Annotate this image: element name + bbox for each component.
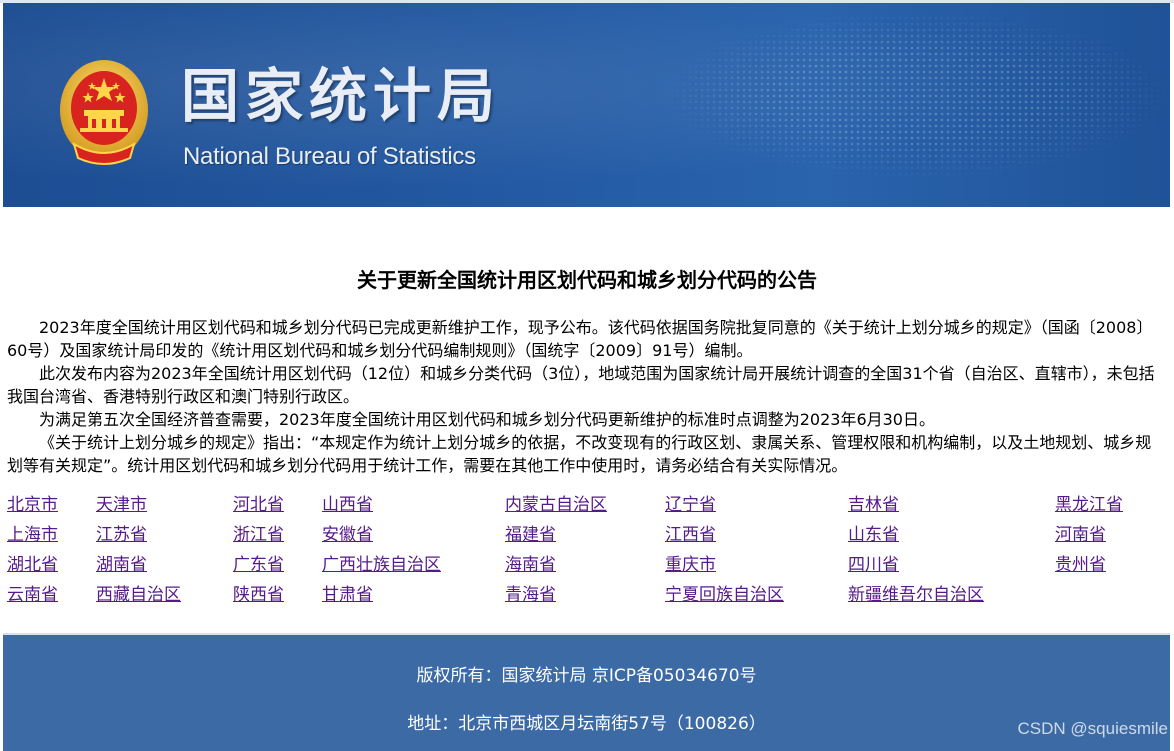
footer: 版权所有：国家统计局 京ICP备05034670号 地址：北京市西城区月坛南街5…: [3, 635, 1170, 751]
province-link[interactable]: 福建省: [505, 525, 556, 545]
province-link[interactable]: 河北省: [233, 495, 284, 515]
province-link[interactable]: 广东省: [233, 555, 284, 575]
province-link[interactable]: 海南省: [505, 555, 556, 575]
province-link[interactable]: 江西省: [665, 525, 716, 545]
empty-cell: [1055, 577, 1167, 607]
province-link[interactable]: 山东省: [848, 525, 899, 545]
footer-address: 地址：北京市西城区月坛南街57号（100826）: [407, 714, 766, 734]
national-emblem-icon: [60, 60, 148, 165]
csdn-watermark: CSDN @squiesmile: [1017, 719, 1168, 738]
province-link[interactable]: 浙江省: [233, 525, 284, 545]
paragraph: 此次发布内容为2023年全国统计用区划代码（12位）和城乡分类代码（3位），地域…: [7, 364, 1155, 406]
province-link[interactable]: 四川省: [848, 555, 899, 575]
table-row: 湖北省 湖南省 广东省 广西壮族自治区 海南省 重庆市 四川省 贵州省: [7, 547, 1167, 577]
province-link[interactable]: 天津市: [96, 495, 147, 515]
province-link[interactable]: 西藏自治区: [96, 585, 181, 605]
province-link[interactable]: 甘肃省: [322, 585, 373, 605]
province-link[interactable]: 湖北省: [7, 555, 58, 575]
paragraph: 2023年度全国统计用区划代码和城乡划分代码已完成更新维护工作，现予公布。该代码…: [7, 318, 1153, 360]
province-link[interactable]: 广西壮族自治区: [322, 555, 441, 575]
province-link[interactable]: 宁夏回族自治区: [665, 585, 784, 605]
province-link[interactable]: 北京市: [7, 495, 58, 515]
province-link[interactable]: 云南省: [7, 585, 58, 605]
province-link[interactable]: 内蒙古自治区: [505, 495, 607, 515]
paragraph: 为满足第五次全国经济普查需要，2023年度全国统计用区划代码和城乡划分代码更新维…: [39, 410, 935, 429]
announcement-title: 关于更新全国统计用区划代码和城乡划分代码的公告: [357, 268, 817, 292]
site-title-en: National Bureau of Statistics: [183, 143, 476, 170]
province-link[interactable]: 河南省: [1055, 525, 1106, 545]
footer-copyright: 版权所有：国家统计局 京ICP备05034670号: [416, 666, 757, 686]
province-link[interactable]: 重庆市: [665, 555, 716, 575]
province-link-table: 北京市 天津市 河北省 山西省 内蒙古自治区 辽宁省 吉林省 黑龙江省 上海市 …: [7, 487, 1167, 607]
world-map-graphic: [603, 3, 1170, 207]
province-link[interactable]: 贵州省: [1055, 555, 1106, 575]
province-link[interactable]: 新疆维吾尔自治区: [848, 585, 984, 605]
site-title-cn: 国家统计局: [181, 62, 502, 130]
province-link[interactable]: 辽宁省: [665, 495, 716, 515]
province-link[interactable]: 青海省: [505, 585, 556, 605]
province-link[interactable]: 上海市: [7, 525, 58, 545]
table-row: 上海市 江苏省 浙江省 安徽省 福建省 江西省 山东省 河南省: [7, 517, 1167, 547]
province-link[interactable]: 陕西省: [233, 585, 284, 605]
province-link[interactable]: 黑龙江省: [1055, 495, 1123, 515]
province-link[interactable]: 江苏省: [96, 525, 147, 545]
header-banner: 国家统计局 National Bureau of Statistics: [3, 3, 1170, 207]
province-link[interactable]: 安徽省: [322, 525, 373, 545]
announcement-body: 2023年度全国统计用区划代码和城乡划分代码已完成更新维护工作，现予公布。该代码…: [7, 316, 1167, 477]
paragraph: 《关于统计上划分城乡的规定》指出：“本规定作为统计上划分城乡的依据，不改变现有的…: [7, 433, 1152, 475]
province-link[interactable]: 湖南省: [96, 555, 147, 575]
province-link[interactable]: 山西省: [322, 495, 373, 515]
table-row: 北京市 天津市 河北省 山西省 内蒙古自治区 辽宁省 吉林省 黑龙江省: [7, 487, 1167, 517]
table-row: 云南省 西藏自治区 陕西省 甘肃省 青海省 宁夏回族自治区 新疆维吾尔自治区: [7, 577, 1167, 607]
province-link[interactable]: 吉林省: [848, 495, 899, 515]
